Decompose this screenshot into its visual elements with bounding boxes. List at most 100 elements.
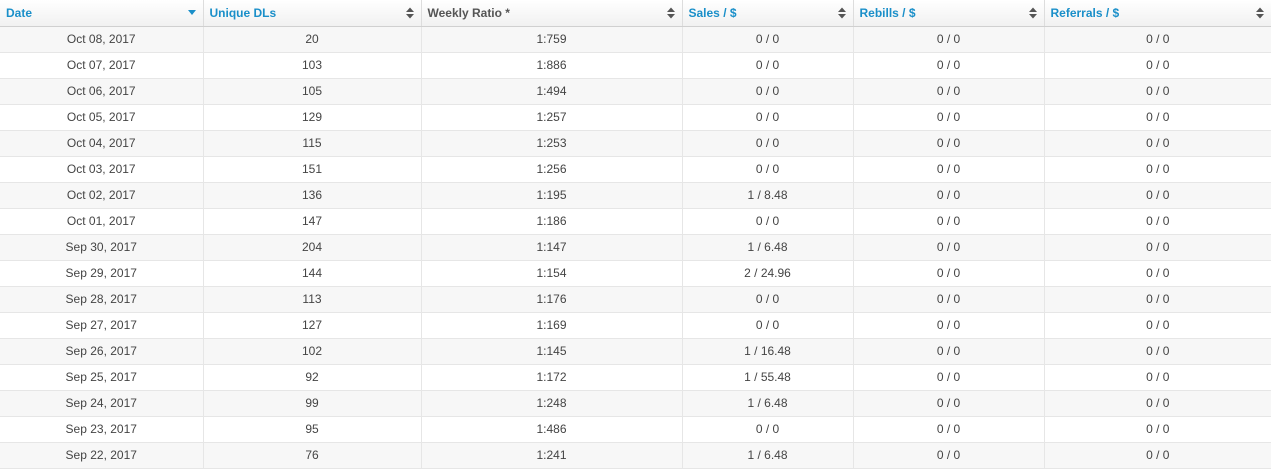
cell-weekly-ratio: 1:172	[421, 364, 683, 391]
header-row: Date Unique DLs Weekly Ratio * Sales / $ Reb…	[0, 0, 1271, 27]
cell-unique-dls: 204	[203, 234, 422, 261]
cell-date: Sep 28, 2017	[0, 286, 204, 313]
cell-referrals: 0 / 0	[1044, 52, 1271, 79]
cell-unique-dls: 151	[203, 156, 422, 183]
cell-rebills: 0 / 0	[853, 286, 1045, 313]
cell-date: Sep 27, 2017	[0, 312, 204, 339]
cell-rebills: 0 / 0	[853, 234, 1045, 261]
cell-date: Oct 04, 2017	[0, 130, 204, 157]
sort-both-icon[interactable]	[1256, 7, 1264, 19]
cell-sales: 0 / 0	[682, 312, 854, 339]
cell-unique-dls: 76	[203, 442, 422, 469]
cell-referrals: 0 / 0	[1044, 338, 1271, 365]
table-row: Oct 03, 2017 151 1:256 0 / 00 / 00 / 0	[0, 156, 1271, 183]
cell-date: Sep 25, 2017	[0, 364, 204, 391]
cell-referrals: 0 / 0	[1044, 442, 1271, 469]
cell-weekly-ratio: 1:186	[421, 208, 683, 235]
column-header-sales[interactable]: Sales / $	[682, 0, 854, 27]
column-header-label: Date	[6, 6, 33, 21]
cell-rebills: 0 / 0	[853, 130, 1045, 157]
cell-rebills: 0 / 0	[853, 78, 1045, 105]
cell-unique-dls: 129	[203, 104, 422, 131]
cell-weekly-ratio: 1:195	[421, 182, 683, 209]
cell-weekly-ratio: 1:241	[421, 442, 683, 469]
cell-sales: 2 / 24.96	[682, 260, 854, 287]
cell-referrals: 0 / 0	[1044, 260, 1271, 287]
table-row: Sep 23, 2017 95 1:486 0 / 00 / 00 / 0	[0, 416, 1271, 443]
cell-weekly-ratio: 1:253	[421, 130, 683, 157]
table-row: Sep 27, 2017 127 1:169 0 / 00 / 00 / 0	[0, 312, 1271, 339]
column-header-label: Referrals / $	[1050, 6, 1120, 21]
cell-referrals: 0 / 0	[1044, 234, 1271, 261]
column-header-label: Weekly Ratio *	[427, 6, 510, 21]
sort-both-icon[interactable]	[1028, 7, 1037, 19]
sort-both-icon[interactable]	[405, 7, 414, 19]
column-header-date[interactable]: Date	[0, 0, 204, 27]
cell-rebills: 0 / 0	[853, 416, 1045, 443]
table-row: Sep 25, 2017 92 1:172 1 / 55.48 0 / 00 / 0	[0, 364, 1271, 391]
cell-unique-dls: 136	[203, 182, 422, 209]
cell-referrals: 0 / 0	[1044, 208, 1271, 235]
cell-sales: 0 / 0	[682, 104, 854, 131]
cell-unique-dls: 92	[203, 364, 422, 391]
cell-date: Sep 22, 2017	[0, 442, 204, 469]
table-row: Sep 22, 2017 76 1:241 1 / 6.48 0 / 00 / 0	[0, 442, 1271, 469]
table-row: Sep 26, 2017 102 1:145 1 / 16.48 0 / 00 / 0	[0, 338, 1271, 365]
cell-sales: 0 / 0	[682, 416, 854, 443]
column-header-weekly-ratio[interactable]: Weekly Ratio *	[421, 0, 683, 27]
sort-both-icon[interactable]	[666, 7, 675, 19]
cell-rebills: 0 / 0	[853, 52, 1045, 79]
cell-weekly-ratio: 1:248	[421, 390, 683, 417]
cell-unique-dls: 95	[203, 416, 422, 443]
cell-unique-dls: 99	[203, 390, 422, 417]
cell-weekly-ratio: 1:759	[421, 26, 683, 53]
cell-date: Sep 23, 2017	[0, 416, 204, 443]
column-header-label: Sales / $	[688, 6, 737, 21]
sort-both-icon[interactable]	[837, 7, 846, 19]
stats-table: Date Unique DLs Weekly Ratio * Sales / $ Reb…	[0, 0, 1271, 469]
cell-referrals: 0 / 0	[1044, 364, 1271, 391]
cell-date: Oct 05, 2017	[0, 104, 204, 131]
cell-date: Sep 24, 2017	[0, 390, 204, 417]
cell-weekly-ratio: 1:154	[421, 260, 683, 287]
cell-unique-dls: 102	[203, 338, 422, 365]
cell-rebills: 0 / 0	[853, 208, 1045, 235]
column-header-label: Unique DLs	[209, 6, 277, 21]
cell-rebills: 0 / 0	[853, 364, 1045, 391]
cell-rebills: 0 / 0	[853, 312, 1045, 339]
cell-referrals: 0 / 0	[1044, 156, 1271, 183]
cell-weekly-ratio: 1:176	[421, 286, 683, 313]
cell-weekly-ratio: 1:256	[421, 156, 683, 183]
table-row: Oct 06, 2017 105 1:494 0 / 00 / 00 / 0	[0, 78, 1271, 105]
table-row: Oct 05, 2017 129 1:257 0 / 00 / 00 / 0	[0, 104, 1271, 131]
cell-sales: 0 / 0	[682, 156, 854, 183]
cell-sales: 1 / 8.48	[682, 182, 854, 209]
cell-unique-dls: 147	[203, 208, 422, 235]
table-row: Oct 02, 2017 136 1:195 1 / 8.48 0 / 00 / 0	[0, 182, 1271, 209]
cell-rebills: 0 / 0	[853, 26, 1045, 53]
column-header-referrals[interactable]: Referrals / $	[1044, 0, 1271, 27]
column-header-label: Rebills / $	[859, 6, 916, 21]
table-row: Oct 01, 2017 147 1:186 0 / 00 / 00 / 0	[0, 208, 1271, 235]
cell-sales: 1 / 55.48	[682, 364, 854, 391]
cell-sales: 0 / 0	[682, 130, 854, 157]
cell-date: Oct 02, 2017	[0, 182, 204, 209]
table-row: Sep 30, 2017 204 1:147 1 / 6.48 0 / 00 / 0	[0, 234, 1271, 261]
cell-referrals: 0 / 0	[1044, 390, 1271, 417]
cell-referrals: 0 / 0	[1044, 416, 1271, 443]
sort-desc-icon[interactable]	[187, 7, 196, 19]
cell-date: Sep 30, 2017	[0, 234, 204, 261]
cell-unique-dls: 144	[203, 260, 422, 287]
table-row: Sep 29, 2017 144 1:154 2 / 24.96 0 / 00 / 0	[0, 260, 1271, 287]
cell-sales: 1 / 6.48	[682, 390, 854, 417]
cell-weekly-ratio: 1:147	[421, 234, 683, 261]
cell-weekly-ratio: 1:257	[421, 104, 683, 131]
cell-weekly-ratio: 1:494	[421, 78, 683, 105]
column-header-rebills[interactable]: Rebills / $	[853, 0, 1045, 27]
cell-weekly-ratio: 1:886	[421, 52, 683, 79]
cell-sales: 0 / 0	[682, 52, 854, 79]
cell-referrals: 0 / 0	[1044, 78, 1271, 105]
cell-rebills: 0 / 0	[853, 182, 1045, 209]
column-header-unique-dls[interactable]: Unique DLs	[203, 0, 422, 27]
cell-weekly-ratio: 1:486	[421, 416, 683, 443]
